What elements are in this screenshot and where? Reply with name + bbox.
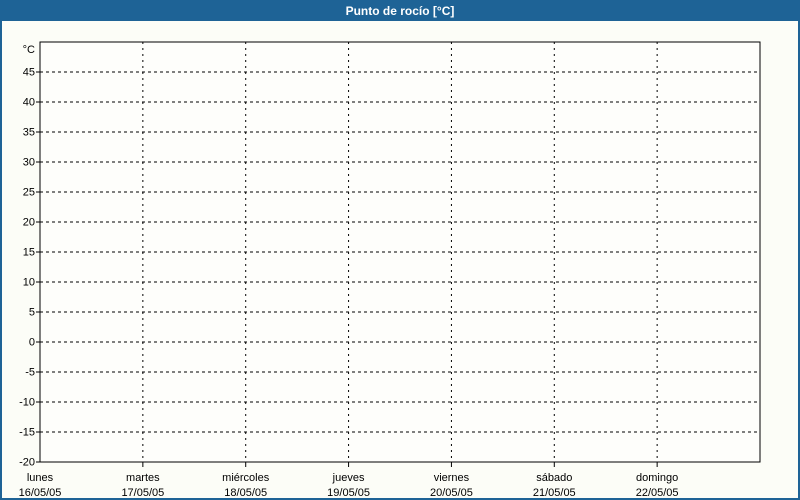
y-tick-label: 0 — [29, 337, 35, 349]
x-day-label: domingo — [636, 472, 678, 484]
x-day-label: lunes — [27, 472, 54, 484]
dew-point-chart: 45 40 35 30 25 20 15 10 5 0 -5 -10 -15 -20 °C lunes 16/0… — [19, 41, 761, 499]
y-tick-label: 15 — [23, 247, 35, 259]
x-date-label: 20/05/05 — [430, 487, 473, 499]
x-date-label: 18/05/05 — [224, 487, 267, 499]
y-tick-label: 45 — [23, 67, 35, 79]
x-date-label: 22/05/05 — [636, 487, 679, 499]
x-day-label: jueves — [332, 472, 365, 484]
y-tick-label: 35 — [23, 127, 35, 139]
y-tick-label: 5 — [29, 307, 35, 319]
chart-area: 45 40 35 30 25 20 15 10 5 0 -5 -10 -15 -20 °C lunes 16/0… — [2, 23, 798, 499]
y-tick-label: 30 — [23, 157, 35, 169]
y-tick-label: 20 — [23, 217, 35, 229]
x-day-label: sábado — [536, 472, 572, 484]
chart-title: Punto de rocío [°C] — [345, 4, 455, 18]
y-tick-label: -5 — [25, 367, 35, 379]
x-date-label: 17/05/05 — [121, 487, 164, 499]
y-axis-unit-label: °C — [23, 44, 35, 56]
x-date-label: 21/05/05 — [533, 487, 576, 499]
chart-title-bar: Punto de rocío [°C] — [2, 2, 798, 21]
y-tick-label: 40 — [23, 97, 35, 109]
x-day-label: miércoles — [222, 472, 270, 484]
x-date-label: 19/05/05 — [327, 487, 370, 499]
x-day-label: martes — [126, 472, 160, 484]
y-tick-label: 25 — [23, 187, 35, 199]
x-day-label: viernes — [434, 472, 470, 484]
y-tick-label: -20 — [19, 457, 35, 469]
y-tick-label: 10 — [23, 277, 35, 289]
y-tick-label: -10 — [19, 397, 35, 409]
x-date-label: 16/05/05 — [19, 487, 62, 499]
y-tick-label: -15 — [19, 427, 35, 439]
chart-window: Punto de rocío [°C] 45 40 35 30 25 20 15 10 5 0 -5… — [0, 0, 800, 500]
